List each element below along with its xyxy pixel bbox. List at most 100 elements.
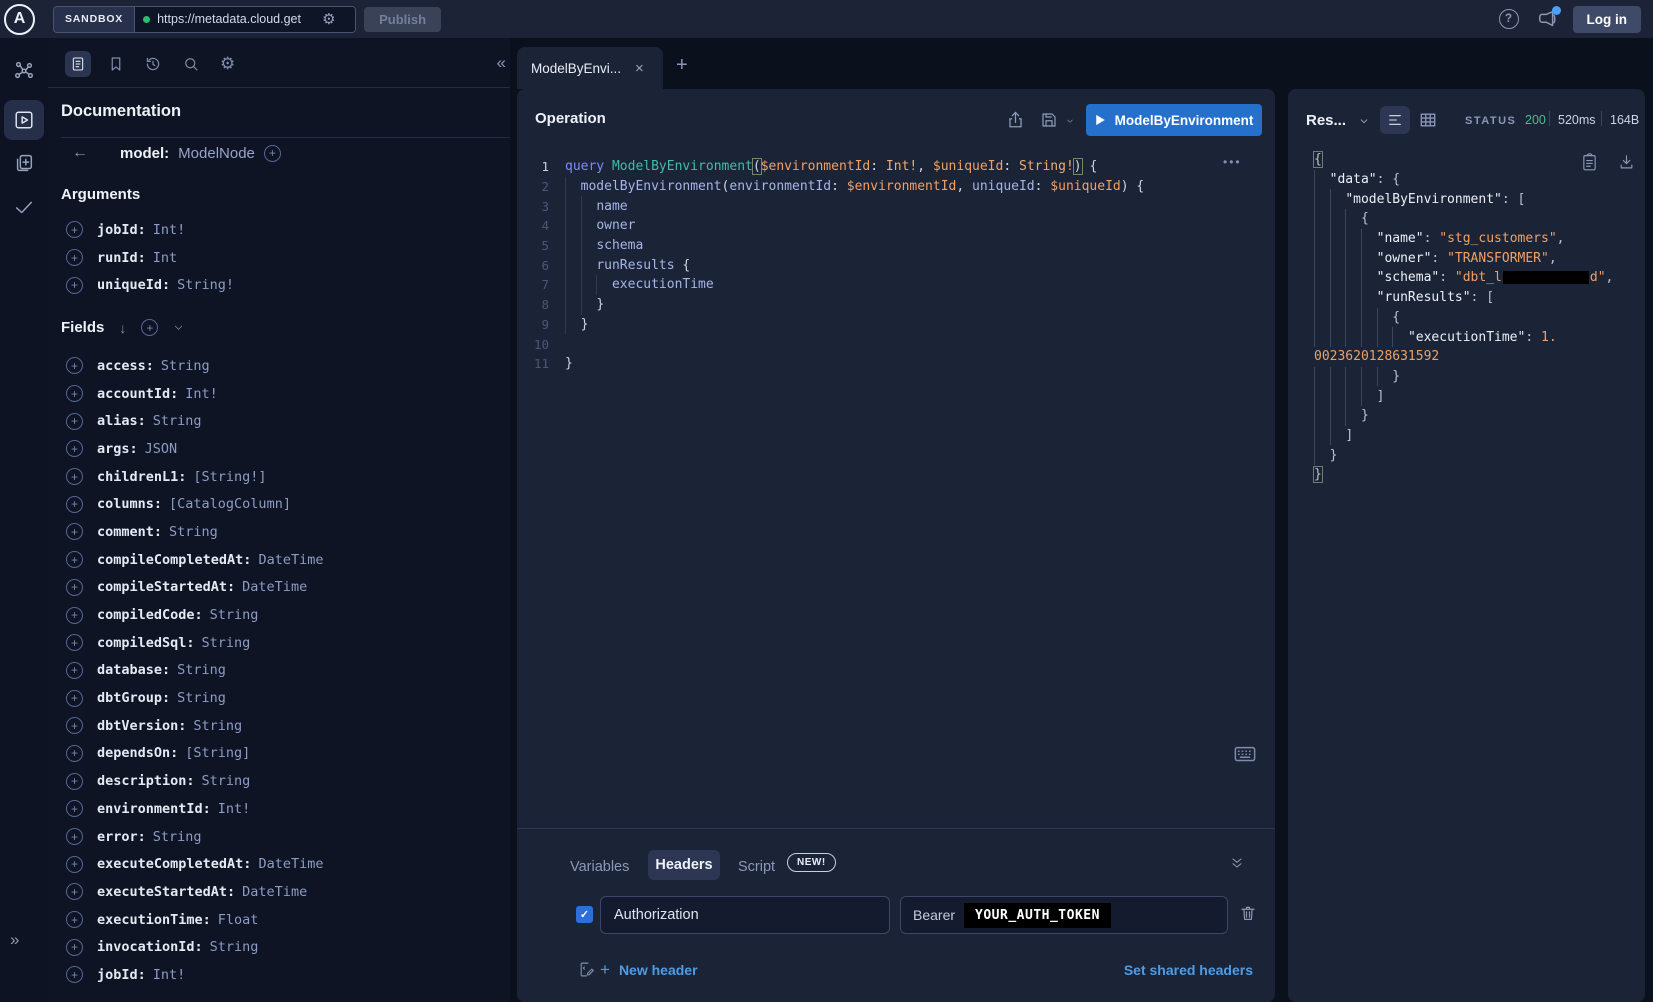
- add-field-button[interactable]: +: [66, 249, 83, 266]
- field-type[interactable]: Float: [218, 912, 259, 928]
- announcements-button[interactable]: [1537, 8, 1559, 30]
- field-row[interactable]: + error: String: [66, 823, 510, 851]
- edit-headers-as-json-button[interactable]: [578, 961, 595, 978]
- tab-headers[interactable]: Headers: [648, 850, 720, 880]
- field-row[interactable]: + columns: [CatalogColumn]: [66, 490, 510, 518]
- apollo-logo[interactable]: A: [4, 4, 35, 35]
- field-row[interactable]: + compiledSql: String: [66, 629, 510, 657]
- expand-rail-button[interactable]: »: [10, 930, 17, 950]
- publish-button[interactable]: Publish: [364, 7, 441, 32]
- run-operation-button[interactable]: ModelByEnvironment: [1086, 104, 1262, 136]
- field-type[interactable]: String: [161, 358, 210, 374]
- add-field-button[interactable]: +: [66, 579, 83, 596]
- add-field-button[interactable]: +: [66, 523, 83, 540]
- add-field-button[interactable]: +: [66, 551, 83, 568]
- sort-fields-button[interactable]: ↓: [119, 320, 126, 336]
- add-field-button[interactable]: +: [66, 856, 83, 873]
- field-row[interactable]: + dbtGroup: String: [66, 684, 510, 712]
- tab-variables[interactable]: Variables: [570, 859, 629, 875]
- field-type[interactable]: Int!: [185, 386, 218, 402]
- add-field-button[interactable]: +: [66, 357, 83, 374]
- field-row[interactable]: + args: JSON: [66, 435, 510, 463]
- field-row[interactable]: + executionTime: Float: [66, 906, 510, 934]
- operation-tab[interactable]: ModelByEnvi... ×: [517, 47, 663, 89]
- field-type[interactable]: String: [153, 413, 202, 429]
- field-row[interactable]: + childrenL1: [String!]: [66, 463, 510, 491]
- endpoint-settings-gear-icon[interactable]: ⚙: [322, 12, 335, 27]
- field-type[interactable]: DateTime: [258, 856, 323, 872]
- field-type[interactable]: Int: [153, 250, 177, 266]
- field-row[interactable]: + compileCompletedAt: DateTime: [66, 546, 510, 574]
- field-row[interactable]: + executeStartedAt: DateTime: [66, 878, 510, 906]
- collapse-docs-button[interactable]: «: [497, 53, 504, 73]
- add-field-button[interactable]: +: [66, 221, 83, 238]
- field-type[interactable]: [CatalogColumn]: [169, 496, 291, 512]
- sidebar-item-schema[interactable]: [13, 59, 35, 81]
- bookmark-tab-button[interactable]: [107, 55, 125, 73]
- field-type[interactable]: DateTime: [242, 579, 307, 595]
- save-dropdown-chevron-icon[interactable]: [1065, 117, 1075, 125]
- header-name-input[interactable]: Authorization: [600, 896, 890, 934]
- field-row[interactable]: + database: String: [66, 657, 510, 685]
- add-field-button[interactable]: +: [66, 413, 83, 430]
- field-type[interactable]: Int!: [153, 222, 186, 238]
- help-button[interactable]: ?: [1499, 9, 1519, 29]
- field-type[interactable]: [String]: [185, 745, 250, 761]
- add-field-button[interactable]: +: [66, 496, 83, 513]
- add-field-button[interactable]: +: [66, 440, 83, 457]
- add-all-fields-button[interactable]: +: [264, 145, 281, 162]
- field-row[interactable]: + description: String: [66, 767, 510, 795]
- field-type[interactable]: String!: [177, 277, 234, 293]
- field-type[interactable]: DateTime: [242, 884, 307, 900]
- docs-tab-button[interactable]: [65, 51, 91, 77]
- field-type[interactable]: String: [177, 662, 226, 678]
- field-row[interactable]: + compiledCode: String: [66, 601, 510, 629]
- field-row[interactable]: + dbtVersion: String: [66, 712, 510, 740]
- keyboard-shortcuts-button[interactable]: [1234, 746, 1256, 763]
- field-type[interactable]: String: [153, 829, 202, 845]
- add-field-button[interactable]: +: [66, 277, 83, 294]
- new-header-button[interactable]: + New header: [600, 960, 698, 980]
- search-tab-button[interactable]: [182, 55, 200, 73]
- add-field-button[interactable]: +: [66, 883, 83, 900]
- add-field-button[interactable]: +: [66, 717, 83, 734]
- field-row[interactable]: + alias: String: [66, 407, 510, 435]
- field-type[interactable]: DateTime: [258, 552, 323, 568]
- tab-script[interactable]: Script: [738, 859, 775, 875]
- field-row[interactable]: + comment: String: [66, 518, 510, 546]
- field-row[interactable]: + compileStartedAt: DateTime: [66, 574, 510, 602]
- add-field-button[interactable]: +: [66, 966, 83, 983]
- field-type[interactable]: Int!: [153, 967, 186, 983]
- save-operation-button[interactable]: [1040, 111, 1058, 129]
- sidebar-item-checks[interactable]: [13, 196, 35, 218]
- query-editor[interactable]: 1query ModelByEnvironment($environmentId…: [517, 157, 1275, 374]
- formatted-view-button[interactable]: [1380, 106, 1410, 134]
- field-type[interactable]: Int!: [218, 801, 251, 817]
- field-row[interactable]: + invocationId: String: [66, 933, 510, 961]
- field-row[interactable]: + runId: Int: [66, 244, 510, 272]
- history-tab-button[interactable]: [144, 55, 162, 73]
- field-type[interactable]: String: [210, 607, 259, 623]
- share-operation-button[interactable]: [1006, 110, 1025, 130]
- add-field-button[interactable]: +: [66, 828, 83, 845]
- set-shared-headers-link[interactable]: Set shared headers: [1124, 962, 1253, 978]
- download-response-button[interactable]: [1618, 152, 1635, 171]
- field-type[interactable]: String: [202, 635, 251, 651]
- add-field-button[interactable]: +: [66, 911, 83, 928]
- chevron-down-icon[interactable]: [173, 322, 184, 333]
- endpoint-url-input[interactable]: https://metadata.cloud.get ⚙: [135, 7, 355, 32]
- field-row[interactable]: + accountId: Int!: [66, 380, 510, 408]
- add-field-button[interactable]: +: [66, 773, 83, 790]
- sidebar-item-sandbox-collections[interactable]: [13, 152, 35, 174]
- header-value-input[interactable]: Bearer YOUR_AUTH_TOKEN: [900, 896, 1228, 934]
- response-dropdown[interactable]: Res...: [1306, 112, 1370, 129]
- field-type[interactable]: String: [202, 773, 251, 789]
- field-row[interactable]: + dependsOn: [String]: [66, 740, 510, 768]
- copy-response-button[interactable]: [1581, 152, 1598, 172]
- breadcrumb-type[interactable]: ModelNode: [178, 145, 255, 162]
- back-arrow-icon[interactable]: ←: [72, 144, 88, 162]
- editor-more-menu[interactable]: •••: [1223, 155, 1242, 169]
- field-row[interactable]: + uniqueId: String!: [66, 271, 510, 299]
- add-field-button[interactable]: +: [66, 745, 83, 762]
- add-field-button[interactable]: +: [66, 385, 83, 402]
